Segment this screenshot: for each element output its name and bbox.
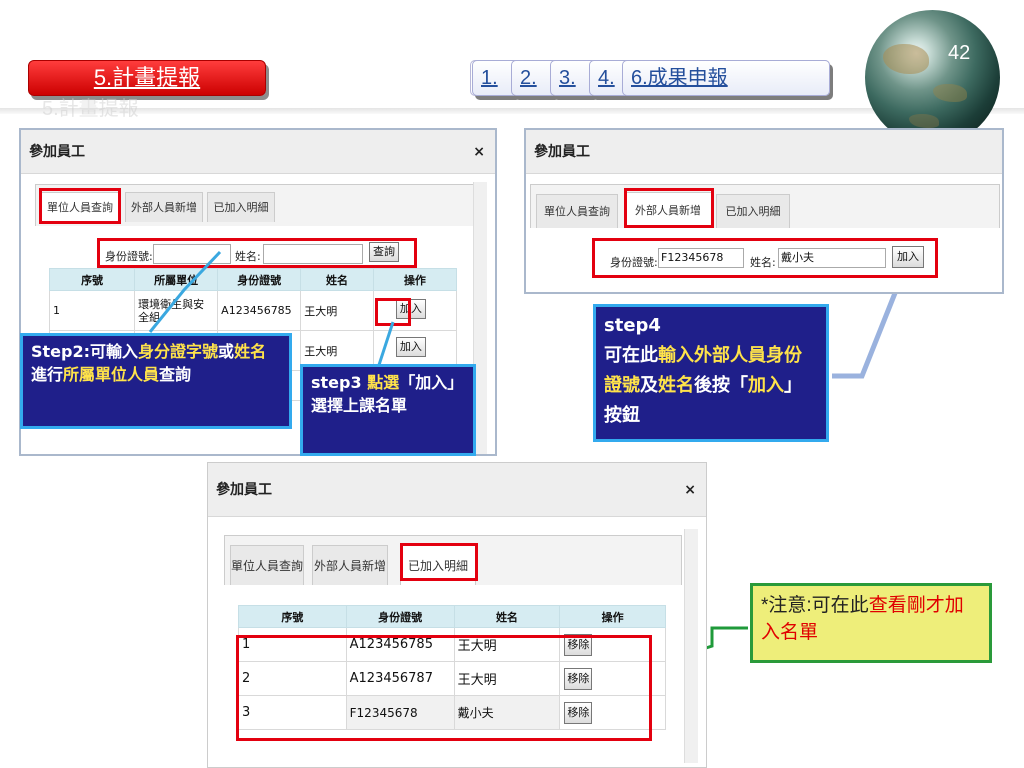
callout-text: 或: [218, 342, 235, 361]
col-header: 序號: [238, 605, 347, 628]
highlight-box: [624, 188, 714, 228]
step-label: step4: [604, 315, 661, 336]
scrollbar[interactable]: [684, 529, 698, 763]
dialog-title-bar: 參加員工: [526, 130, 1002, 174]
note-box: *注意:可在此查看剛才加入名單: [750, 583, 992, 663]
dialog-title-bar: 參加員工 ×: [208, 463, 706, 517]
tab-added-list[interactable]: 已加入明細: [716, 194, 790, 228]
callout-text: 查詢: [159, 365, 192, 384]
col-header: 身份證號: [345, 605, 455, 628]
tab-unit-search[interactable]: 單位人員查詢: [536, 194, 618, 228]
dialog-external-add: 參加員工 單位人員查詢 外部人員新增 已加入明細 身份證號: F12345678…: [524, 128, 1004, 294]
step-label: step3: [311, 373, 368, 392]
step-label: Step2:: [31, 342, 91, 361]
tab-external-add[interactable]: 外部人員新增: [312, 545, 388, 585]
callout-highlight: 身分證字號: [138, 342, 219, 361]
callout-text: 後按「: [694, 375, 748, 396]
col-header: 姓名: [453, 605, 561, 628]
dialog-added-list: 參加員工 × 單位人員查詢 外部人員新增 已加入明細 序號 身份證號 姓名 操作…: [207, 462, 707, 768]
callout-text: 及: [640, 375, 658, 396]
step4-callout: step4 可在此輸入外部人員身份證號及姓名後按「加入」按鈕: [593, 304, 829, 442]
close-icon[interactable]: ×: [684, 463, 696, 517]
callout-highlight: 姓名: [234, 342, 267, 361]
dialog-title: 參加員工: [534, 144, 590, 160]
callout-highlight: 姓名: [658, 375, 694, 396]
dialog-title: 參加員工: [216, 482, 272, 498]
step3-callout: step3 點選「加入」選擇上課名單: [300, 364, 476, 456]
highlight-box: [236, 635, 652, 741]
step2-callout: Step2:可輸入身分證字號或姓名進行所屬單位人員查詢: [20, 333, 292, 429]
highlight-box: [400, 543, 478, 581]
callout-highlight: 點選: [367, 373, 400, 392]
highlight-box: [592, 238, 938, 278]
note-text: *注意:可在此: [761, 595, 869, 616]
callout-text: 進行: [31, 365, 64, 384]
callout-text: 可在此: [604, 345, 658, 366]
callout-highlight: 所屬單位人員: [63, 365, 160, 384]
tab-unit-search[interactable]: 單位人員查詢: [230, 545, 304, 585]
callout-text: 可輸入: [90, 342, 139, 361]
callout-highlight: 加入: [748, 375, 784, 396]
col-header: 操作: [559, 605, 666, 628]
